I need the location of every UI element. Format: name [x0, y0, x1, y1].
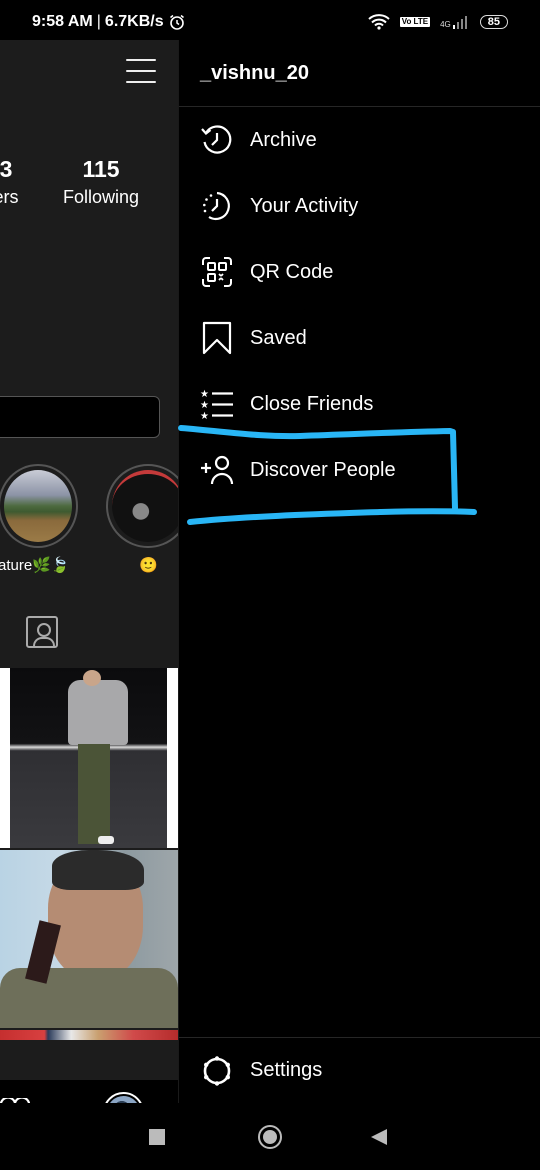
status-bar: 9:58 AM | 6.7KB/s Vo LTE 4G 85 — [0, 0, 540, 40]
status-time: 9:58 AM — [32, 13, 93, 30]
recents-square-icon[interactable] — [149, 1129, 165, 1145]
side-drawer: _vishnu_20 Archive Your Activity QR Code… — [178, 40, 540, 1103]
menu-label: Close Friends — [250, 392, 374, 415]
menu-label: Archive — [250, 128, 317, 151]
status-right: Vo LTE 4G 85 — [368, 14, 508, 30]
drawer-header: _vishnu_20 — [179, 40, 540, 107]
menu-item-archive[interactable]: Archive — [179, 107, 540, 173]
highlight-thumbnail — [4, 470, 72, 542]
followers-count: 3 — [0, 156, 13, 182]
highlight-label-emoji: 🙂 — [139, 557, 158, 574]
settings-label: Settings — [250, 1059, 323, 1081]
following-count: 115 — [82, 156, 120, 182]
hamburger-menu-icon[interactable] — [126, 59, 156, 85]
back-triangle-icon[interactable] — [370, 1128, 388, 1146]
activity-icon — [199, 188, 235, 224]
menu-item-qr-code[interactable]: QR Code — [179, 239, 540, 305]
menu-item-settings[interactable]: Settings — [179, 1037, 540, 1103]
followers-stat[interactable]: 3 ers — [0, 156, 26, 208]
tagged-photos-icon[interactable] — [26, 616, 58, 648]
following-label: Following — [62, 187, 140, 207]
svg-text:★: ★ — [200, 411, 209, 421]
home-circle-icon[interactable] — [258, 1125, 282, 1149]
volte-badge: Vo LTE — [399, 17, 431, 27]
menu-item-your-activity[interactable]: Your Activity — [179, 173, 540, 239]
menu-label: QR Code — [250, 260, 334, 283]
avatar-image — [107, 1096, 140, 1103]
menu-label: Your Activity — [250, 194, 359, 217]
battery-indicator: 85 — [479, 15, 508, 29]
system-navigation-bar — [0, 1103, 540, 1170]
status-separator: | — [96, 13, 101, 30]
followers-label: ers — [0, 187, 19, 207]
settings-icon — [199, 1053, 235, 1089]
story-highlight-emoji[interactable] — [106, 464, 178, 548]
grid-post-1[interactable] — [0, 668, 178, 848]
post-image — [10, 668, 167, 848]
menu-label: Discover People — [250, 458, 396, 481]
profile-avatar[interactable] — [103, 1092, 144, 1103]
drawer-menu: Archive Your Activity QR Code Saved ★ ★ ★ … — [179, 107, 540, 503]
bookmark-icon — [199, 320, 235, 356]
archive-icon — [199, 122, 235, 158]
network-speed: 6.7KB/s — [104, 13, 164, 30]
highlight-thumbnail — [112, 470, 178, 542]
edit-profile-button[interactable] — [0, 396, 160, 438]
profile-panel: 3 ers 115 Following ature🌿🍃 🙂 — [0, 40, 178, 1103]
signal-icon: 4G — [440, 15, 470, 29]
svg-text:★: ★ — [200, 389, 209, 400]
qr-code-icon — [199, 254, 235, 290]
following-stat[interactable]: 115 Following — [55, 156, 147, 208]
status-left: 9:58 AM | 6.7KB/s — [32, 13, 186, 31]
drawer-username: _vishnu_20 — [200, 61, 309, 84]
add-person-icon — [199, 452, 235, 488]
story-highlight-nature[interactable] — [0, 464, 78, 548]
menu-item-saved[interactable]: Saved — [179, 305, 540, 371]
menu-item-close-friends[interactable]: ★ ★ ★ Close Friends — [179, 371, 540, 437]
wifi-icon — [368, 14, 390, 30]
alarm-clock-icon — [169, 14, 184, 30]
grid-post-2[interactable] — [0, 850, 178, 1028]
bottom-nav — [0, 1080, 178, 1103]
svg-text:★: ★ — [200, 400, 209, 411]
menu-label: Saved — [250, 326, 307, 349]
grid-post-3[interactable] — [0, 1030, 178, 1040]
close-friends-icon: ★ ★ ★ — [199, 386, 235, 422]
network-type: 4G — [440, 20, 451, 29]
highlight-label-nature: ature🌿🍃 — [0, 557, 70, 574]
menu-item-discover-people[interactable]: Discover People — [179, 437, 540, 503]
